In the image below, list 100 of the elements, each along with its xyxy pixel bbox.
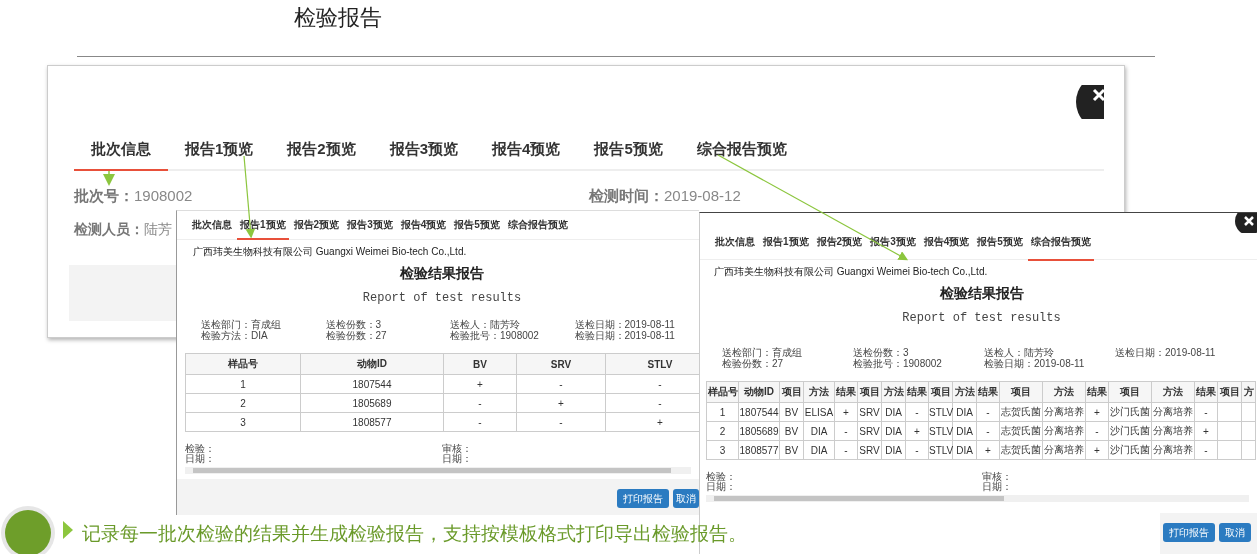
table-cell: STLV bbox=[928, 440, 953, 460]
tab[interactable]: 报告4预览 bbox=[397, 211, 450, 240]
signature-label: 日期： bbox=[442, 454, 473, 464]
tab[interactable]: 报告2预览 bbox=[270, 130, 373, 171]
tab[interactable]: 综合报告预览 bbox=[1027, 225, 1094, 261]
tab[interactable]: 综合报告预览 bbox=[679, 130, 804, 171]
table-cell: 1808577 bbox=[738, 440, 780, 460]
field-text: 检测时间：2019-08-12 bbox=[589, 187, 742, 206]
column-header: STLV bbox=[605, 353, 699, 375]
tab[interactable]: 报告4预览 bbox=[475, 130, 578, 171]
info-text: 检验批号：1908002 bbox=[853, 358, 943, 369]
table-cell: 1805689 bbox=[738, 421, 780, 441]
table-cell: BV bbox=[779, 402, 804, 422]
tab[interactable]: 报告1预览 bbox=[760, 225, 812, 261]
table-cell: 2 bbox=[185, 393, 301, 413]
signature-label: 审核： bbox=[442, 444, 473, 454]
report-subtitle: Report of test results bbox=[361, 291, 523, 305]
column-header: 方法 bbox=[803, 381, 835, 403]
tab[interactable]: 报告5预览 bbox=[974, 225, 1026, 261]
company-name: 广西玮美生物科技有限公司 Guangxi Weimei Bio-tech Co.,Ltd. bbox=[713, 265, 989, 279]
signature-label: 检验： bbox=[706, 472, 737, 482]
table-cell: - bbox=[1085, 421, 1109, 441]
info-text: 检验份数：27 bbox=[325, 330, 388, 341]
tab[interactable]: 报告3预览 bbox=[372, 130, 476, 171]
cancel-button[interactable]: 取消 bbox=[1219, 523, 1251, 542]
info-text: 送检人：陆芳玲 bbox=[450, 319, 521, 330]
table-cell: 志贺氏菌 bbox=[999, 440, 1043, 460]
signature-label: 日期： bbox=[185, 454, 216, 464]
table-cell: SRV bbox=[857, 402, 882, 422]
table-cell: - bbox=[1194, 402, 1218, 422]
table-cell: BV bbox=[779, 440, 804, 460]
tab[interactable]: 批次信息 bbox=[74, 130, 168, 171]
scrollbar[interactable] bbox=[706, 495, 1249, 502]
table-cell: - bbox=[834, 440, 858, 460]
info-text: 送检日期：2019-08-11 bbox=[574, 319, 676, 330]
chevron-icon bbox=[62, 520, 74, 540]
table-cell: SRV bbox=[857, 440, 882, 460]
table-cell: DIA bbox=[803, 440, 835, 460]
column-header: 项目 bbox=[928, 381, 953, 403]
tab[interactable]: 报告2预览 bbox=[813, 225, 866, 261]
table-cell: + bbox=[1085, 440, 1109, 460]
info-text: 检验份数：27 bbox=[722, 358, 785, 369]
report-subtitle: Report of test results bbox=[901, 311, 1062, 325]
tab[interactable]: 报告3预览 bbox=[344, 211, 396, 240]
info-text: 检验方法：DIA bbox=[201, 330, 269, 341]
column-header: 样品号 bbox=[706, 381, 739, 403]
column-header: BV bbox=[443, 353, 517, 375]
field-text: 批次号：1908002 bbox=[74, 187, 194, 206]
table-cell: ELISA bbox=[803, 402, 835, 422]
field-text: 检测人员：陆芳 bbox=[74, 221, 172, 239]
scrollbar[interactable] bbox=[185, 467, 691, 474]
column-header: 结果 bbox=[976, 381, 1000, 403]
tab[interactable]: 报告2预览 bbox=[290, 211, 343, 240]
info-text: 送检部门：育成组 bbox=[722, 347, 803, 358]
tab[interactable]: 批次信息 bbox=[189, 211, 235, 240]
column-header: 结果 bbox=[905, 381, 929, 403]
cancel-button[interactable]: 取消 bbox=[673, 489, 699, 508]
table-cell: DIA bbox=[952, 421, 977, 441]
table-cell: + bbox=[443, 374, 517, 394]
table-cell: DIA bbox=[803, 421, 835, 441]
table-cell: 分离培养 bbox=[1042, 402, 1086, 422]
table-cell: - bbox=[905, 402, 929, 422]
table-cell: BV bbox=[779, 421, 804, 441]
column-header: 项目 bbox=[857, 381, 882, 403]
print-button[interactable]: 打印报告 bbox=[617, 489, 669, 508]
report-title: 检验结果报告 bbox=[399, 265, 485, 283]
tab[interactable]: 报告1预览 bbox=[168, 130, 271, 171]
column-header: 方法 bbox=[952, 381, 977, 403]
print-button[interactable]: 打印报告 bbox=[1163, 523, 1215, 542]
company-name: 广西玮美生物科技有限公司 Guangxi Weimei Bio-tech Co.,Ltd. bbox=[192, 245, 468, 259]
signature-label: 日期： bbox=[981, 482, 1013, 492]
tab[interactable]: 报告5预览 bbox=[451, 211, 503, 240]
table-cell: + bbox=[834, 402, 858, 422]
table-cell: 分离培养 bbox=[1151, 402, 1195, 422]
table-cell: 1807544 bbox=[738, 402, 780, 422]
info-text: 检验日期：2019-08-11 bbox=[574, 330, 676, 341]
table-cell: 志贺氏菌 bbox=[999, 402, 1043, 422]
table-cell: 2 bbox=[706, 421, 739, 441]
tab[interactable]: 综合报告预览 bbox=[504, 211, 571, 240]
table-cell: - bbox=[516, 374, 606, 394]
tab[interactable]: 报告4预览 bbox=[920, 225, 973, 261]
close-icon bbox=[1074, 85, 1104, 119]
table-cell: + bbox=[976, 440, 1000, 460]
table-cell: 3 bbox=[185, 412, 301, 432]
column-header: 方法 bbox=[1042, 381, 1086, 403]
tab[interactable]: 报告1预览 bbox=[237, 211, 289, 240]
column-header: 项目 bbox=[999, 381, 1043, 403]
report-title: 检验结果报告 bbox=[938, 285, 1025, 303]
info-text: 送检份数：3 bbox=[325, 319, 383, 330]
table-cell: 1807544 bbox=[300, 374, 444, 394]
table-cell: STLV bbox=[928, 402, 953, 422]
table-cell: 1808577 bbox=[300, 412, 444, 432]
column-header: 项目 bbox=[1108, 381, 1152, 403]
tab[interactable]: 报告5预览 bbox=[577, 130, 680, 171]
table-cell: 沙门氏菌 bbox=[1108, 421, 1152, 441]
info-text: 送检人：陆芳玲 bbox=[984, 347, 1055, 358]
tab[interactable]: 批次信息 bbox=[712, 225, 758, 261]
table-cell: - bbox=[905, 440, 929, 460]
table-cell: - bbox=[516, 412, 606, 432]
column-header: 方法 bbox=[1151, 381, 1195, 403]
